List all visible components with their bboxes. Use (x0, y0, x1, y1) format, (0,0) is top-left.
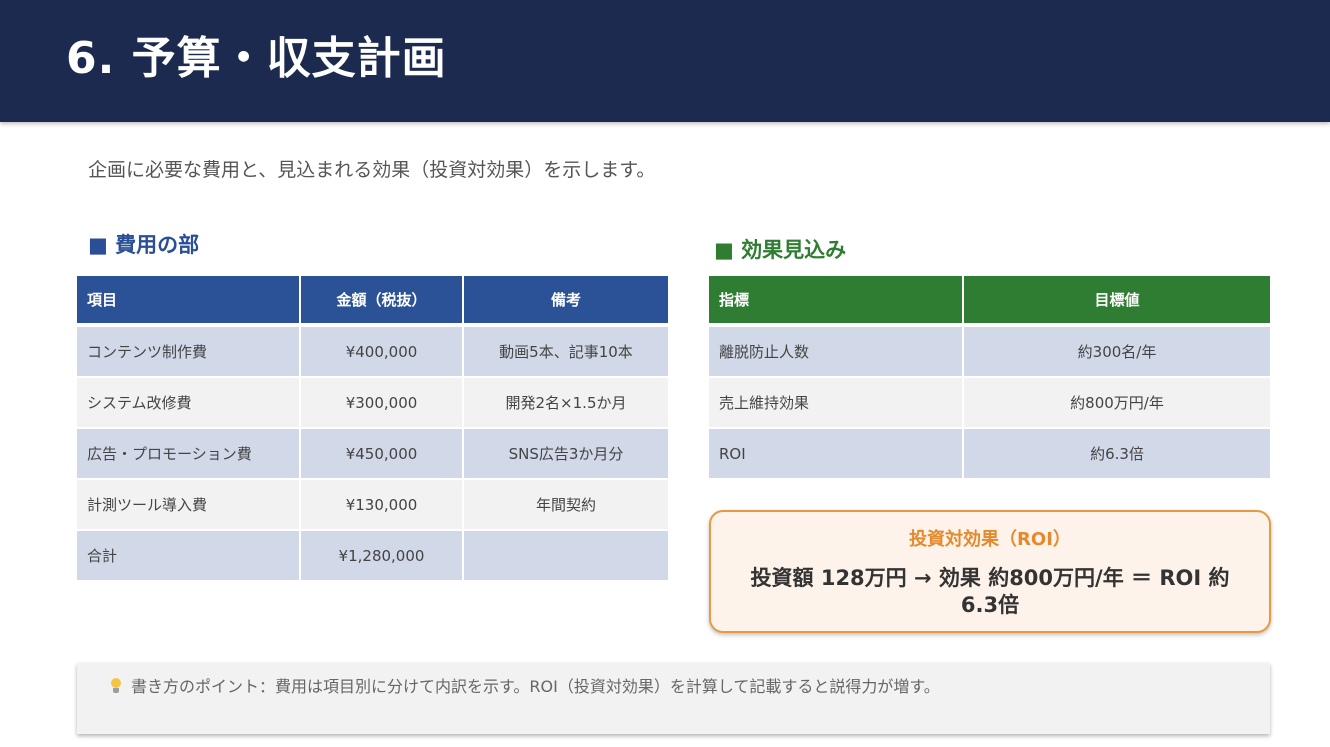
effect-metric-cell: 売上維持効果 (709, 378, 962, 427)
cost-note-cell: 動画5本、記事10本 (464, 327, 668, 376)
effect-col-metric: 指標 (709, 276, 962, 325)
effect-col-target: 目標値 (964, 276, 1270, 325)
slide-header: 6. 予算・収支計画 (0, 0, 1330, 122)
cost-item-cell: 計測ツール導入費 (77, 480, 299, 529)
table-row: 売上維持効果 約800万円/年 (709, 378, 1270, 427)
cost-amount-cell: ¥300,000 (301, 378, 462, 427)
roi-formula: 投資額 128万円 → 効果 約800万円/年 ＝ ROI 約6.3倍 (750, 566, 1230, 617)
tip-text: 書き方のポイント：費用は項目別に分けて内訳を示す。ROI（投資対効果）を計算して… (131, 677, 940, 696)
cost-amount-cell: ¥450,000 (301, 429, 462, 478)
cost-table: 項目 金額（税抜） 備考 コンテンツ制作費 ¥400,000 動画5本、記事10… (75, 274, 670, 582)
table-row: システム改修費 ¥300,000 開発2名×1.5か月 (77, 378, 668, 427)
effect-target-cell: 約6.3倍 (964, 429, 1270, 478)
total-row: 合計 ¥1,280,000 (77, 531, 668, 580)
total-label-cell: 合計 (77, 531, 299, 580)
effect-table-header: 指標 目標値 (709, 276, 1270, 325)
table-row: ROI 約6.3倍 (709, 429, 1270, 478)
tip-content: 書き方のポイント：費用は項目別に分けて内訳を示す。ROI（投資対効果）を計算して… (109, 673, 940, 697)
cost-item-cell: システム改修費 (77, 378, 299, 427)
tip-box: 書き方のポイント：費用は項目別に分けて内訳を示す。ROI（投資対効果）を計算して… (77, 663, 1270, 734)
slide-title: 6. 予算・収支計画 (66, 33, 447, 84)
cost-section-title: ■ 費用の部 (88, 233, 200, 257)
table-row: 広告・プロモーション費 ¥450,000 SNS広告3か月分 (77, 429, 668, 478)
intro-text: 企画に必要な費用と、見込まれる効果（投資対効果）を示します。 (88, 159, 656, 181)
cost-note-cell: 開発2名×1.5か月 (464, 378, 668, 427)
roi-title: 投資対効果（ROI） (909, 529, 1071, 550)
cost-item-cell: 広告・プロモーション費 (77, 429, 299, 478)
cost-note-cell: SNS広告3か月分 (464, 429, 668, 478)
cost-col-amount: 金額（税抜） (301, 276, 462, 325)
cost-note-cell: 年間契約 (464, 480, 668, 529)
roi-callout: 投資対効果（ROI） 投資額 128万円 → 効果 約800万円/年 ＝ ROI… (709, 510, 1271, 633)
cost-col-item: 項目 (77, 276, 299, 325)
cost-amount-cell: ¥130,000 (301, 480, 462, 529)
total-amount-cell: ¥1,280,000 (301, 531, 462, 580)
cost-item-cell: コンテンツ制作費 (77, 327, 299, 376)
cost-col-note: 備考 (464, 276, 668, 325)
total-note-cell (464, 531, 668, 580)
lightbulb-icon (109, 678, 123, 694)
effect-section-title: ■ 効果見込み (714, 238, 847, 262)
table-row: コンテンツ制作費 ¥400,000 動画5本、記事10本 (77, 327, 668, 376)
table-row: 離脱防止人数 約300名/年 (709, 327, 1270, 376)
cost-amount-cell: ¥400,000 (301, 327, 462, 376)
table-row: 計測ツール導入費 ¥130,000 年間契約 (77, 480, 668, 529)
effect-target-cell: 約300名/年 (964, 327, 1270, 376)
effect-target-cell: 約800万円/年 (964, 378, 1270, 427)
effect-table: 指標 目標値 離脱防止人数 約300名/年 売上維持効果 約800万円/年 RO… (707, 274, 1272, 480)
effect-metric-cell: ROI (709, 429, 962, 478)
cost-table-header: 項目 金額（税抜） 備考 (77, 276, 668, 325)
effect-metric-cell: 離脱防止人数 (709, 327, 962, 376)
